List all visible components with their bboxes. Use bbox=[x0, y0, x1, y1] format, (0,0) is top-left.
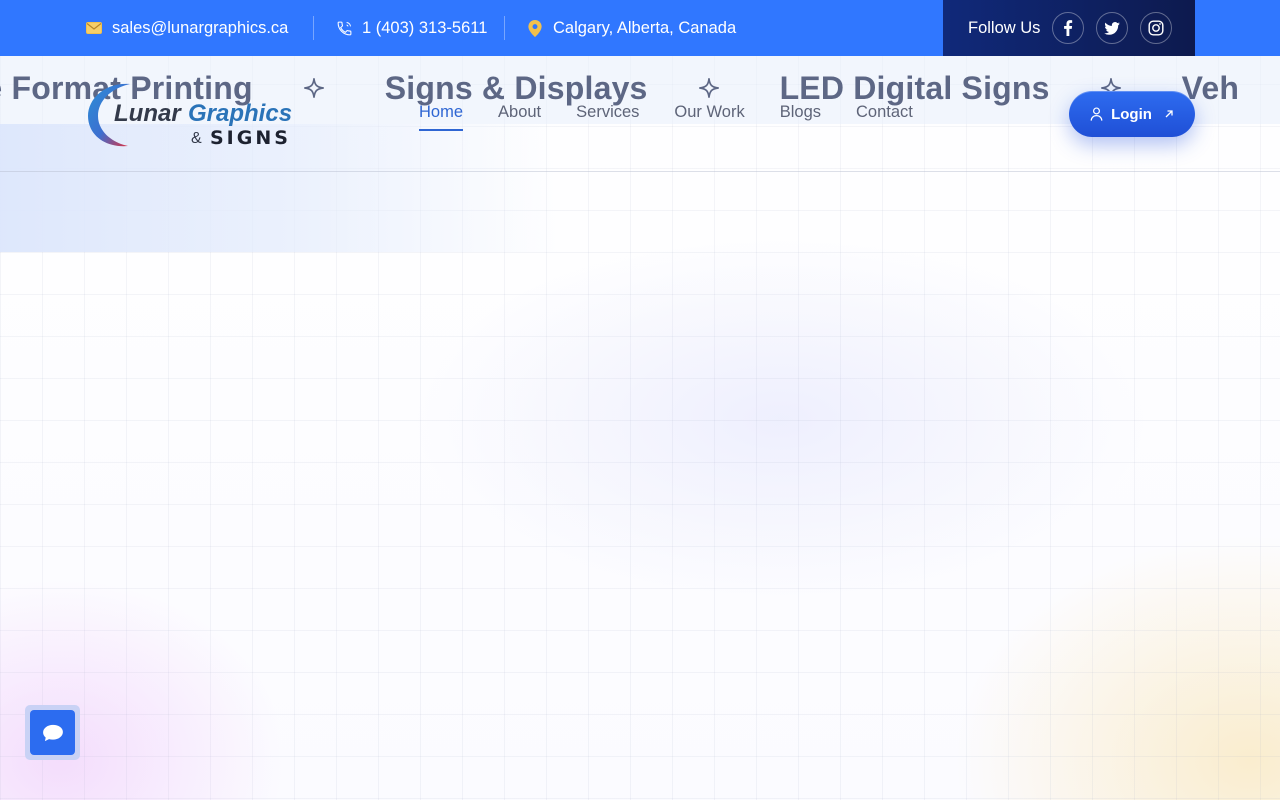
arrow-up-right-icon bbox=[1164, 109, 1174, 119]
chat-button[interactable] bbox=[30, 710, 75, 755]
facebook-icon[interactable] bbox=[1052, 12, 1085, 44]
email-contact[interactable]: sales@lunargraphics.ca bbox=[85, 0, 288, 56]
instagram-icon[interactable] bbox=[1140, 12, 1173, 44]
logo-word-signs: SIGNS bbox=[210, 127, 291, 149]
location-contact: Calgary, Alberta, Canada bbox=[526, 0, 736, 56]
user-icon bbox=[1090, 107, 1103, 121]
nav-item-about[interactable]: About bbox=[498, 103, 541, 127]
login-button[interactable]: Login bbox=[1069, 91, 1195, 137]
chat-widget bbox=[25, 705, 80, 760]
nav-item-our-work[interactable]: Our Work bbox=[674, 103, 744, 127]
follow-us-label: Follow Us bbox=[968, 18, 1041, 37]
phone-icon bbox=[335, 19, 353, 37]
top-bar: sales@lunargraphics.ca 1 (403) 313-5611 … bbox=[0, 0, 1280, 56]
topbar-divider bbox=[313, 16, 314, 40]
chat-bubble-icon bbox=[42, 724, 64, 742]
topbar-divider bbox=[504, 16, 505, 40]
nav-item-contact[interactable]: Contact bbox=[856, 103, 913, 127]
location-text: Calgary, Alberta, Canada bbox=[553, 18, 737, 37]
sparkle-icon bbox=[698, 77, 720, 99]
logo-ampersand: & bbox=[191, 130, 202, 147]
twitter-icon[interactable] bbox=[1096, 12, 1129, 44]
nav-item-blogs[interactable]: Blogs bbox=[780, 103, 821, 127]
nav-item-services[interactable]: Services bbox=[576, 103, 639, 127]
login-label: Login bbox=[1111, 105, 1152, 123]
follow-us-panel: Follow Us bbox=[943, 0, 1195, 56]
envelope-icon bbox=[85, 19, 103, 37]
marquee-item: LED Digital Signs bbox=[779, 69, 1050, 106]
email-text[interactable]: sales@lunargraphics.ca bbox=[112, 19, 288, 38]
hero-divider bbox=[0, 171, 1280, 172]
site-logo[interactable]: Lunar Graphics & SIGNS bbox=[84, 78, 299, 150]
logo-word-graphics: Graphics bbox=[188, 100, 293, 127]
phone-contact[interactable]: 1 (403) 313-5611 bbox=[335, 0, 487, 56]
main-nav: Home About Services Our Work Blogs Conta… bbox=[419, 103, 913, 131]
logo-word-lunar: Lunar bbox=[114, 100, 181, 127]
marquee-item: Signs & Displays bbox=[384, 69, 648, 106]
phone-text[interactable]: 1 (403) 313-5611 bbox=[362, 19, 487, 38]
map-pin-icon bbox=[526, 19, 544, 37]
nav-item-home[interactable]: Home bbox=[419, 103, 464, 131]
sparkle-icon bbox=[303, 77, 325, 99]
